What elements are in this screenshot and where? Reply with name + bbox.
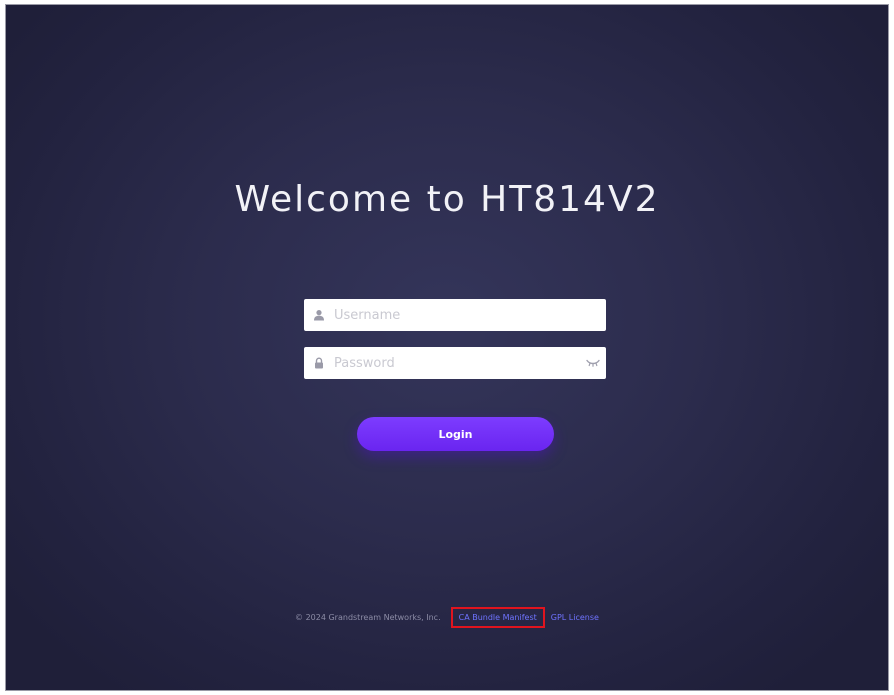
- password-field[interactable]: [304, 347, 606, 379]
- ca-bundle-manifest-link[interactable]: CA Bundle Manifest: [450, 607, 545, 628]
- username-input[interactable]: [334, 300, 606, 330]
- password-input[interactable]: [334, 348, 580, 378]
- footer: © 2024 Grandstream Networks, Inc. CA Bun…: [6, 607, 888, 628]
- username-field[interactable]: [304, 299, 606, 331]
- page-title: Welcome to HT814V2: [234, 179, 660, 220]
- eye-closed-icon[interactable]: [580, 347, 606, 379]
- login-page: Welcome to HT814V2 Login: [5, 4, 889, 691]
- copyright-text: © 2024 Grandstream Networks, Inc.: [295, 613, 441, 622]
- gpl-license-link[interactable]: GPL License: [551, 613, 599, 622]
- user-icon: [304, 299, 334, 331]
- login-button[interactable]: Login: [357, 417, 554, 451]
- lock-icon: [304, 347, 334, 379]
